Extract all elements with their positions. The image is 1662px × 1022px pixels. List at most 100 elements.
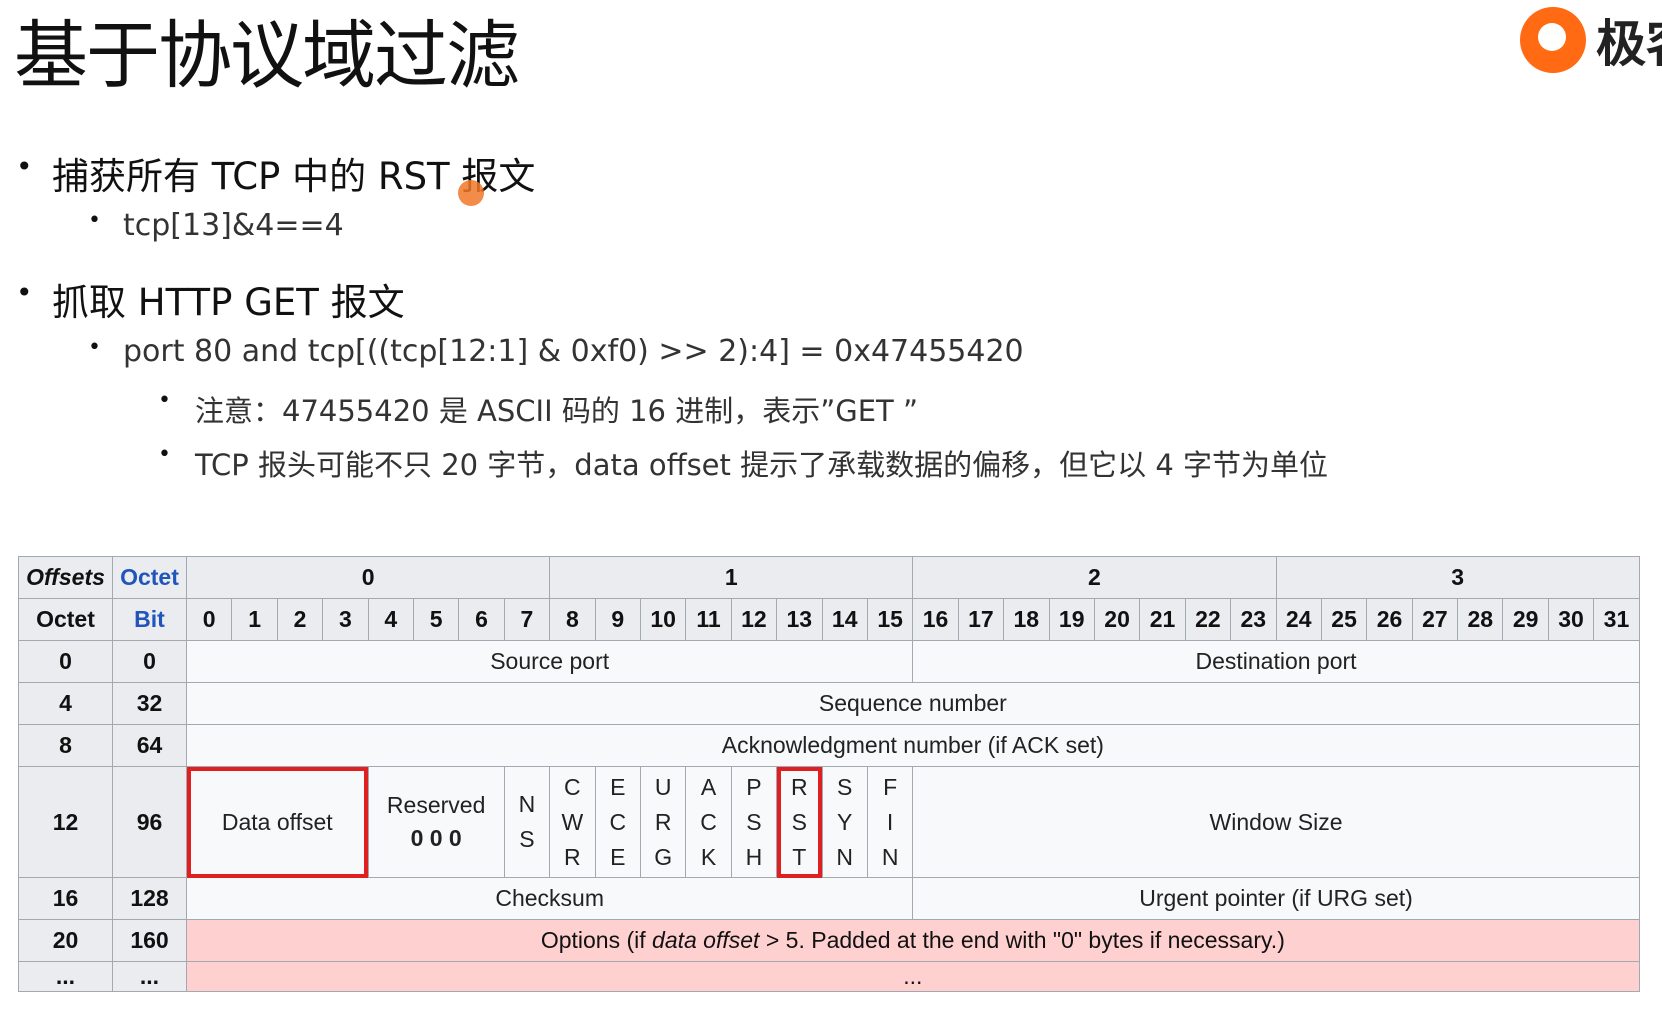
bit-header: 12	[730, 598, 778, 641]
bit-header: 16	[912, 598, 959, 641]
bit-header: 21	[1139, 598, 1186, 641]
continuation-field: ...	[186, 961, 1640, 992]
row-bit: ...	[112, 961, 187, 992]
row-octet: 12	[18, 766, 113, 878]
bullet-dot: •	[158, 442, 171, 467]
bullet-dot: •	[88, 208, 101, 233]
brand-logo: 极客	[1520, 0, 1662, 80]
row-octet: 8	[18, 724, 113, 767]
data-offset-field: Data offset	[186, 766, 369, 878]
flag-urg: URG	[639, 766, 687, 878]
bit-header: 27	[1411, 598, 1459, 641]
bit-header: 30	[1547, 598, 1595, 641]
urgent-pointer-field: Urgent pointer (if URG set)	[912, 877, 1640, 920]
bit-header: 24	[1275, 598, 1322, 641]
flag-letter: G	[654, 843, 673, 870]
bit-header: 6	[458, 598, 505, 641]
row-bit: 160	[112, 919, 187, 962]
flag-syn: SYN	[821, 766, 868, 878]
flag-letter: C	[564, 773, 581, 800]
octet-header: 3	[1275, 556, 1640, 599]
flag-letter: A	[700, 773, 717, 800]
row-bit: 64	[112, 724, 187, 767]
bit-header: 7	[503, 598, 551, 641]
bit-header: 31	[1593, 598, 1640, 641]
bit-header: 23	[1230, 598, 1277, 641]
flag-letter: C	[609, 808, 627, 835]
bit-header: 10	[639, 598, 687, 641]
bullet-item: TCP 报头可能不只 20 字节，data offset 提示了承载数据的偏移，…	[195, 448, 1328, 482]
bit-header: 22	[1184, 598, 1232, 641]
options-field: Options (if data offset > 5. Padded at t…	[186, 919, 1640, 962]
row-octet: 20	[18, 919, 113, 962]
flag-letter: C	[700, 808, 717, 835]
flag-ack: ACK	[685, 766, 732, 878]
bit-header: 9	[594, 598, 641, 641]
bit-header: 29	[1502, 598, 1549, 641]
window-size-field: Window Size	[912, 766, 1640, 878]
flag-letter: S	[746, 808, 762, 835]
flag-fin: FIN	[866, 766, 914, 878]
bit-header: 5	[412, 598, 460, 641]
row-bit: 0	[112, 640, 187, 683]
bit-header: 15	[866, 598, 914, 641]
bit-header: 3	[322, 598, 369, 641]
flag-letter: N	[518, 791, 536, 817]
checksum-field: Checksum	[185, 877, 914, 920]
row-octet: 16	[18, 877, 113, 920]
logo-text: 极客	[1596, 15, 1662, 73]
bit-header: 14	[821, 598, 868, 641]
reserved-bits: 0 0 0	[410, 825, 462, 851]
bit-header: 20	[1093, 598, 1141, 641]
bit-header: 0	[185, 598, 233, 641]
bullet-item: 抓取 HTTP GET 报文	[52, 281, 405, 324]
row-octet: 0	[18, 640, 113, 683]
corner-offsets: Offsets	[18, 556, 113, 599]
row-octet: ...	[18, 961, 113, 992]
octet-header: 1	[549, 556, 914, 599]
row-octet: 4	[18, 682, 113, 725]
flag-letter: N	[836, 843, 854, 870]
row-bit: 96	[112, 766, 187, 878]
octet-label: Octet	[18, 598, 113, 641]
page-title: 基于协议域过滤	[14, 13, 520, 99]
sequence-number-field: Sequence number	[186, 682, 1640, 725]
octet-header: 2	[912, 556, 1277, 599]
flag-letter: T	[792, 843, 807, 870]
flag-rst: RST	[776, 766, 823, 878]
bit-header: 25	[1320, 598, 1368, 641]
reserved-label: Reserved	[386, 792, 486, 818]
bit-header: 11	[685, 598, 732, 641]
bit-header: 19	[1048, 598, 1095, 641]
flag-cwr: CWR	[549, 766, 596, 878]
flag-letter: K	[700, 843, 717, 870]
bit-label: Bit	[112, 598, 187, 641]
row-bit: 128	[112, 877, 187, 920]
flag-letter: E	[610, 843, 626, 870]
flag-letter: W	[561, 808, 584, 835]
flag-letter: S	[791, 808, 807, 835]
flag-letter: N	[881, 843, 899, 870]
bit-header: 18	[1003, 598, 1050, 641]
tcp-header-table-container: Offsets Octet 0 1 2 3 Octet Bit 01234567…	[18, 556, 1640, 992]
options-text-pre: Options (if	[540, 927, 653, 953]
flag-letter: U	[654, 773, 672, 800]
flag-letter: F	[883, 773, 898, 800]
flag-letter: H	[745, 843, 763, 870]
options-text-italic: data offset	[652, 927, 760, 953]
bit-header: 28	[1457, 598, 1504, 641]
row-bit: 32	[112, 682, 187, 725]
bullet-dot: •	[88, 335, 101, 360]
flag-ece: ECE	[594, 766, 641, 878]
flag-letter: Y	[837, 808, 853, 835]
bullet-item: port 80 and tcp[((tcp[12:1] & 0xf0) >> 2…	[123, 334, 1024, 369]
bit-header: 17	[957, 598, 1005, 641]
octet-header: 0	[185, 556, 551, 599]
destination-port-field: Destination port	[912, 640, 1640, 683]
flag-letter: S	[519, 826, 535, 852]
bullet-item: 注意：47455420 是 ASCII 码的 16 进制，表示”GET ”	[195, 394, 918, 428]
logo-icon	[1520, 7, 1586, 73]
cursor-icon	[458, 180, 484, 206]
flag-letter: P	[746, 773, 762, 800]
bit-header: 4	[367, 598, 414, 641]
